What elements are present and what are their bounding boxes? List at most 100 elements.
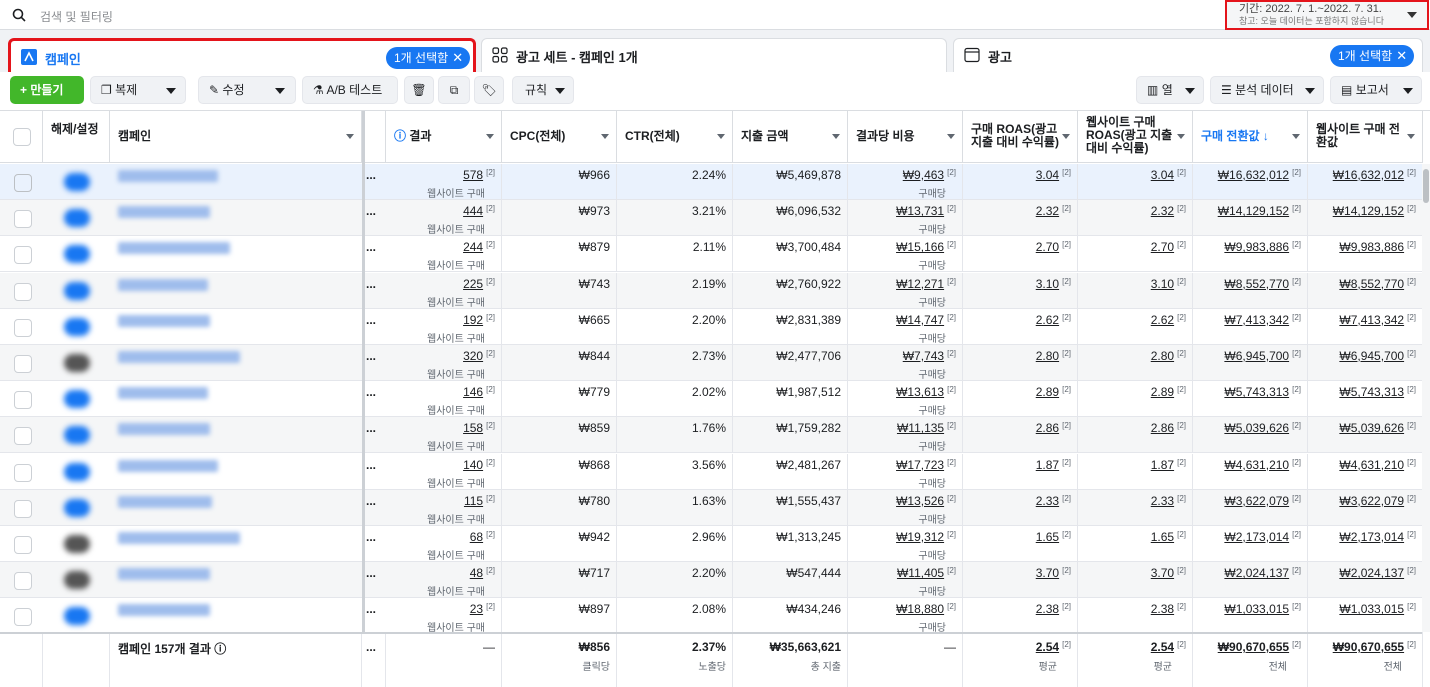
edit-button[interactable]: ✎ 수정 [198, 76, 296, 104]
campaign-toggle[interactable] [64, 281, 90, 300]
cell-roas-value[interactable]: 1.65 [1036, 530, 1059, 544]
cell-cv-value[interactable]: ₩2,024,137 [1224, 566, 1289, 580]
close-icon[interactable]: ✕ [1396, 45, 1407, 67]
table-row[interactable]: ... 444 [2] 웹사이트 구매 ₩973 3.21% ₩6,096,532 ₩13,7… [0, 200, 1423, 237]
cell-results-value[interactable]: 158 [463, 421, 483, 435]
tab-ads[interactable]: 광고 1개 선택함 ✕ [953, 38, 1423, 72]
campaign-name-link[interactable] [118, 351, 240, 363]
cell-cv-value[interactable]: ₩8,552,770 [1224, 277, 1289, 291]
table-row[interactable]: ... 578 [2] 웹사이트 구매 ₩966 2.24% ₩5,469,878 ₩9,46… [0, 164, 1423, 200]
campaign-toggle[interactable] [64, 317, 90, 336]
cell-web_roas-value[interactable]: 2.62 [1151, 313, 1174, 327]
cell-web_roas-value[interactable]: 3.04 [1151, 168, 1174, 182]
cell-wcv-value[interactable]: ₩1,033,015 [1339, 602, 1404, 616]
search-bar[interactable]: 검색 및 필터링 기간: 2022. 7. 1.~2022. 7. 31. 참고… [0, 0, 1430, 30]
ads-selection-badge[interactable]: 1개 선택함 ✕ [1330, 45, 1415, 67]
cell-web_roas-value[interactable]: 3.70 [1151, 566, 1174, 580]
cell-cv-value[interactable]: ₩14,129,152 [1218, 204, 1289, 218]
cell-cv-value[interactable]: ₩1,033,015 [1224, 602, 1289, 616]
cell-cpr-value[interactable]: ₩9,463 [903, 168, 944, 182]
cell-roas-value[interactable]: 2.62 [1036, 313, 1059, 327]
cell-cv-value[interactable]: ₩2,173,014 [1224, 530, 1289, 544]
tab-campaigns[interactable]: 캠페인 1개 선택함 ✕ [8, 38, 476, 72]
cell-web_roas-value[interactable]: 2.70 [1151, 240, 1174, 254]
campaign-toggle[interactable] [64, 173, 90, 191]
row-more[interactable]: ... [366, 204, 376, 218]
reports-button[interactable]: ▤ 보고서 [1330, 76, 1422, 104]
cell-web_roas-value[interactable]: 1.65 [1151, 530, 1174, 544]
cell-roas-value[interactable]: 3.10 [1036, 277, 1059, 291]
selection-badge[interactable]: 1개 선택함 ✕ [386, 47, 471, 69]
cell-roas-value[interactable]: 2.32 [1036, 204, 1059, 218]
cell-cv-value[interactable]: ₩7,413,342 [1224, 313, 1289, 327]
cell-roas-value[interactable]: 3.70 [1036, 566, 1059, 580]
cell-web_roas-value[interactable]: 2.33 [1151, 494, 1174, 508]
row-more[interactable]: ... [366, 349, 376, 363]
cell-wcv-value[interactable]: ₩2,173,014 [1339, 530, 1404, 544]
campaign-toggle[interactable] [64, 462, 90, 481]
col-purchase-roas-header[interactable]: 구매 ROAS(광고 지출 대비 수익률) [963, 111, 1078, 163]
campaign-name-link[interactable] [118, 242, 230, 255]
campaign-name-link[interactable] [118, 459, 218, 472]
table-row[interactable]: ... 140 [2] 웹사이트 구매 ₩868 3.56% ₩2,481,267 ₩17,7… [0, 453, 1423, 490]
campaign-name-link[interactable] [118, 604, 210, 617]
cell-roas-value[interactable]: 1.87 [1036, 458, 1059, 472]
cell-cpr-value[interactable]: ₩11,135 [897, 421, 944, 435]
cell-results-value[interactable]: 192 [463, 313, 483, 327]
campaign-toggle[interactable] [64, 245, 90, 264]
tab-adsets[interactable]: 광고 세트 - 캠페인 1개 [481, 38, 947, 72]
cell-results-value[interactable]: 320 [463, 349, 483, 363]
cell-cpr-value[interactable]: ₩14,747 [896, 313, 944, 327]
row-more[interactable]: ... [366, 566, 376, 580]
row-more[interactable]: ... [366, 385, 376, 399]
table-row[interactable]: ... 68 [2] 웹사이트 구매 ₩942 2.96% ₩1,313,245 ₩19,31… [0, 526, 1423, 562]
col-ctr-header[interactable]: CTR(전체) [617, 111, 733, 163]
cell-cpr-value[interactable]: ₩7,743 [903, 349, 944, 363]
cell-web_roas-value[interactable]: 2.89 [1151, 385, 1174, 399]
col-campaign-header[interactable]: 캠페인 [110, 111, 362, 163]
cell-wcv-value[interactable]: ₩16,632,012 [1333, 168, 1404, 182]
date-range-picker[interactable]: 기간: 2022. 7. 1.~2022. 7. 31. 참고: 오늘 데이터는… [1225, 0, 1429, 30]
cell-roas-value[interactable]: 3.04 [1036, 168, 1059, 182]
cell-web_roas-value[interactable]: 3.10 [1151, 277, 1174, 291]
columns-button[interactable]: ▥ 열 [1136, 76, 1204, 104]
row-checkbox[interactable] [14, 210, 32, 229]
ab-test-button[interactable]: ⚗ A/B 테스트 [302, 76, 398, 104]
cell-cv-value[interactable]: ₩9,983,886 [1224, 240, 1289, 254]
breakdown-button[interactable]: ☰ 분석 데이터 [1210, 76, 1324, 104]
campaign-name-link[interactable] [118, 532, 240, 544]
tag-button[interactable]: 🏷 [474, 76, 504, 104]
col-cost-per-result-header[interactable]: 결과당 비용 [848, 111, 963, 163]
campaign-name-link[interactable] [118, 423, 210, 436]
table-row[interactable]: ... 23 [2] 웹사이트 구매 ₩897 2.08% ₩434,246 ₩18,880[… [0, 598, 1423, 635]
row-more[interactable]: ... [366, 313, 376, 327]
row-checkbox[interactable] [14, 355, 32, 373]
campaign-name-link[interactable] [118, 387, 208, 400]
cell-cpr-value[interactable]: ₩13,526 [896, 494, 944, 508]
row-checkbox[interactable] [14, 174, 32, 192]
col-web-conv-value-header[interactable]: 웹사이트 구매 전환값 [1308, 111, 1423, 163]
cell-wcv-value[interactable]: ₩9,983,886 [1339, 240, 1404, 254]
campaign-name-link[interactable] [118, 495, 212, 508]
col-conv-value-header[interactable]: 구매 전환값 ↓ [1193, 111, 1308, 163]
table-row[interactable]: ... 48 [2] 웹사이트 구매 ₩717 2.20% ₩547,444 ₩11,405[… [0, 562, 1423, 599]
cell-web_roas-value[interactable]: 1.87 [1151, 458, 1174, 472]
cell-wcv-value[interactable]: ₩4,631,210 [1339, 458, 1404, 472]
cell-roas-value[interactable]: 2.33 [1036, 494, 1059, 508]
cell-results-value[interactable]: 146 [463, 385, 483, 399]
row-checkbox[interactable] [14, 572, 32, 591]
row-checkbox[interactable] [14, 536, 32, 554]
col-results-header[interactable]: ⓘ 결과 [386, 111, 502, 163]
cell-cpr-value[interactable]: ₩11,405 [897, 566, 944, 580]
row-checkbox[interactable] [14, 463, 32, 482]
table-row[interactable]: ... 244 [2] 웹사이트 구매 ₩879 2.11% ₩3,700,484 ₩15,1… [0, 236, 1423, 273]
col-cpc-header[interactable]: CPC(전체) [502, 111, 617, 163]
cell-cpr-value[interactable]: ₩17,723 [896, 458, 944, 472]
cell-roas-value[interactable]: 2.38 [1036, 602, 1059, 616]
cell-results-value[interactable]: 68 [470, 530, 483, 544]
cell-cv-value[interactable]: ₩5,743,313 [1224, 385, 1289, 399]
scrollbar-thumb[interactable] [1423, 169, 1429, 203]
table-row[interactable]: ... 225 [2] 웹사이트 구매 ₩743 2.19% ₩2,760,922 ₩12,2… [0, 272, 1423, 309]
cell-roas-value[interactable]: 2.89 [1036, 385, 1059, 399]
row-more[interactable]: ... [366, 421, 376, 435]
